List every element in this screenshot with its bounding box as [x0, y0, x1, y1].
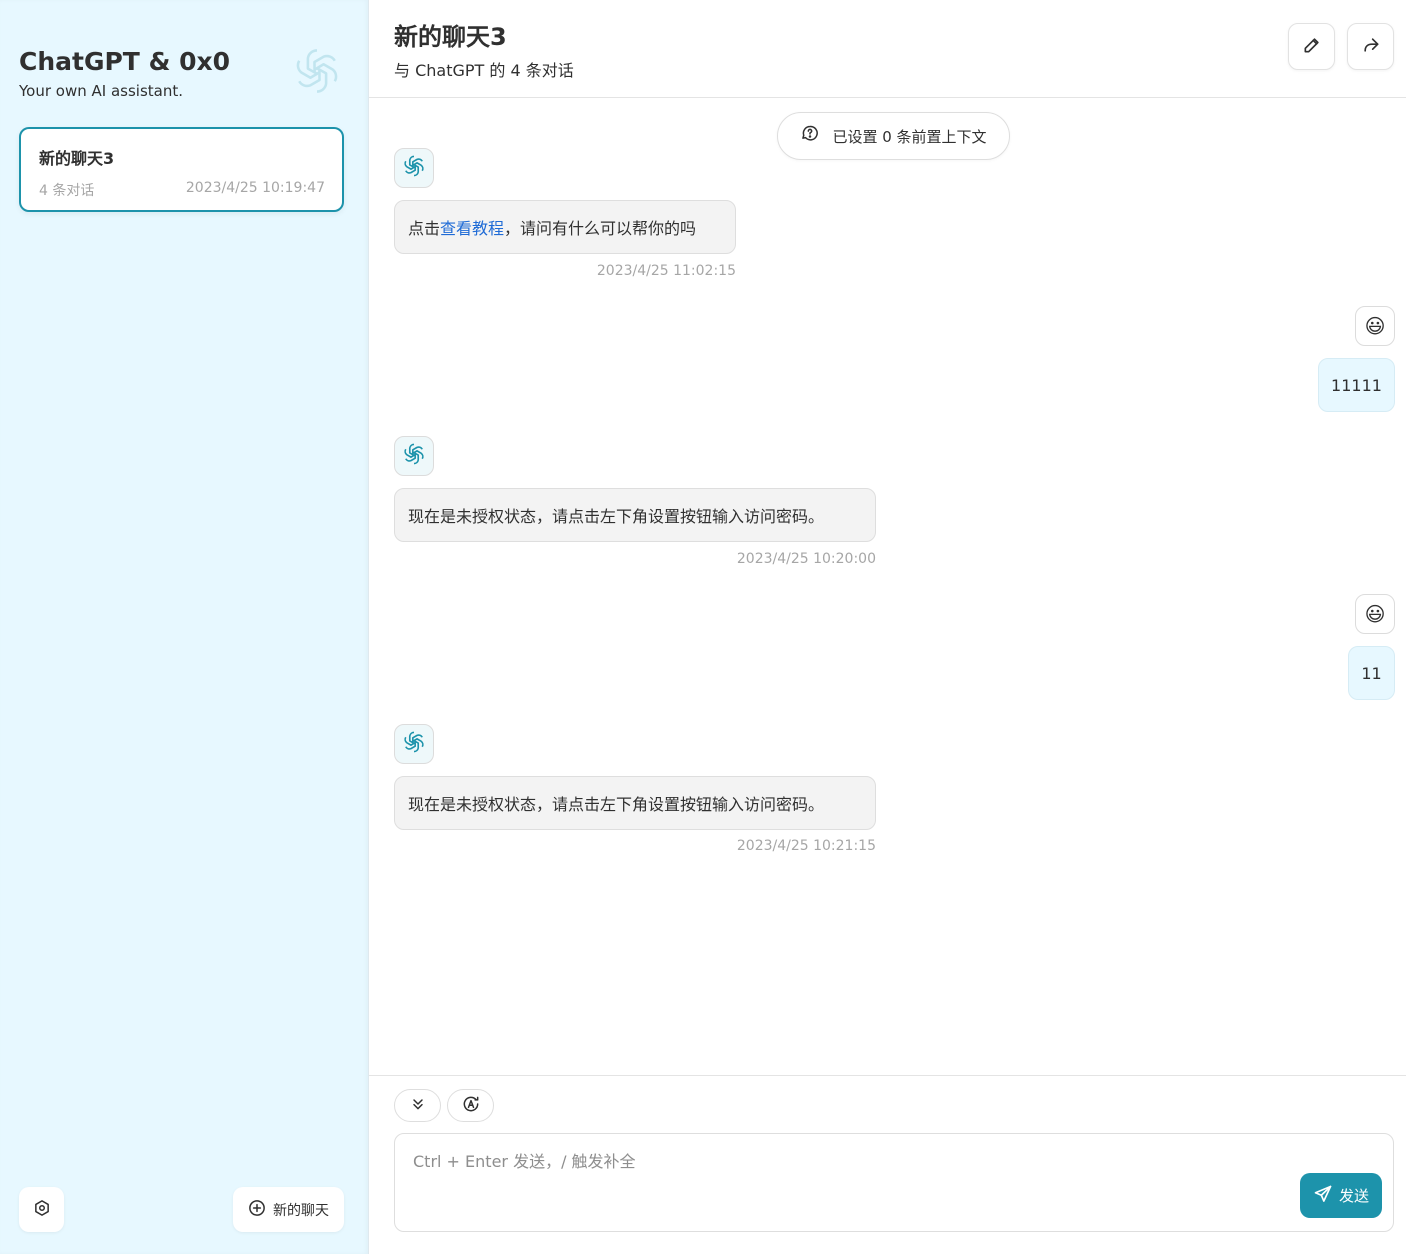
- new-chat-label: 新的聊天: [273, 1202, 329, 1219]
- user-message-bubble: 11111: [1318, 358, 1395, 412]
- message-text: 11: [1361, 663, 1382, 683]
- share-button[interactable]: [1347, 23, 1394, 70]
- chat-subtitle: 与 ChatGPT 的 4 条对话: [394, 61, 574, 80]
- send-button[interactable]: 发送: [1300, 1173, 1382, 1218]
- user-avatar: 😃: [1355, 594, 1395, 634]
- bot-avatar: [394, 436, 434, 476]
- sidebar: ChatGPT & 0x0 Your own AI assistant. 新的聊…: [0, 0, 369, 1254]
- message-text: 11111: [1331, 375, 1382, 395]
- context-label: 已设置 0 条前置上下文: [832, 127, 987, 146]
- message-text: 现在是未授权状态，请点击左下角设置按钮输入访问密码。: [408, 795, 825, 814]
- bot-message-bubble: 现在是未授权状态，请点击左下角设置按钮输入访问密码。: [394, 488, 876, 542]
- chat-item-date: 2023/4/25 10:19:47: [185, 180, 325, 196]
- rename-button[interactable]: [1288, 23, 1335, 70]
- gear-icon: [33, 1199, 51, 1221]
- message-input[interactable]: Ctrl + Enter 发送，/ 触发补全: [394, 1133, 1394, 1232]
- input-placeholder: Ctrl + Enter 发送，/ 触发补全: [413, 1152, 636, 1171]
- send-plane-icon: [1313, 1184, 1333, 1208]
- openai-logo-icon: [401, 441, 427, 471]
- app-title: ChatGPT & 0x0: [19, 47, 230, 76]
- bot-message-bubble: 现在是未授权状态，请点击左下角设置按钮输入访问密码。: [394, 776, 876, 830]
- context-prompt-button[interactable]: 已设置 0 条前置上下文: [777, 112, 1010, 160]
- send-label: 发送: [1338, 1187, 1369, 1205]
- openai-logo-icon: [401, 729, 427, 759]
- chat-title: 新的聊天3: [394, 23, 507, 51]
- message-timestamp: 2023/4/25 10:20:00: [736, 551, 876, 567]
- app-subtitle: Your own AI assistant.: [19, 82, 183, 100]
- app-root: ChatGPT & 0x0 Your own AI assistant. 新的聊…: [0, 0, 1406, 1254]
- message-timestamp: 2023/4/25 11:02:15: [596, 263, 736, 279]
- user-avatar: 😃: [1355, 306, 1395, 346]
- bot-avatar: [394, 148, 434, 188]
- plus-circle-icon: [248, 1199, 266, 1221]
- settings-button[interactable]: [19, 1187, 64, 1232]
- new-chat-button[interactable]: 新的聊天: [233, 1187, 344, 1232]
- tutorial-link[interactable]: 查看教程: [440, 215, 504, 239]
- chat-list-item[interactable]: 新的聊天3 4 条对话 2023/4/25 10:19:47: [19, 127, 344, 212]
- user-message-bubble: 11: [1348, 646, 1395, 700]
- input-panel: Ctrl + Enter 发送，/ 触发补全 发送: [369, 1075, 1406, 1254]
- message-timestamp: 2023/4/25 10:21:15: [736, 838, 876, 854]
- bot-avatar: [394, 724, 434, 764]
- message-text: ，请问有什么可以帮你的吗: [504, 219, 697, 238]
- message-text: 现在是未授权状态，请点击左下角设置按钮输入访问密码。: [408, 507, 825, 526]
- openai-logo-icon: [401, 153, 427, 183]
- openai-logo-icon: [289, 43, 345, 103]
- chat-header: 新的聊天3 与 ChatGPT 的 4 条对话: [369, 0, 1406, 98]
- theme-toggle-button[interactable]: [447, 1089, 494, 1122]
- chat-item-count: 4 条对话: [39, 183, 95, 199]
- chat-main: 新的聊天3 与 ChatGPT 的 4 条对话 已设置 0 条前置上下文 点击 …: [369, 0, 1406, 1254]
- chat-item-title: 新的聊天3: [39, 149, 115, 168]
- share-icon: [1361, 35, 1381, 59]
- brain-icon: [800, 124, 820, 148]
- pencil-icon: [1302, 35, 1322, 59]
- smiley-emoji-icon: 😃: [1364, 314, 1386, 338]
- smiley-emoji-icon: 😃: [1364, 602, 1386, 626]
- bot-message-bubble: 点击 查看教程 ，请问有什么可以帮你的吗: [394, 200, 736, 254]
- double-chevron-down-icon: [410, 1096, 426, 1116]
- scroll-to-bottom-button[interactable]: [394, 1089, 441, 1122]
- auto-theme-icon: [461, 1094, 481, 1118]
- message-text: 点击: [408, 219, 441, 238]
